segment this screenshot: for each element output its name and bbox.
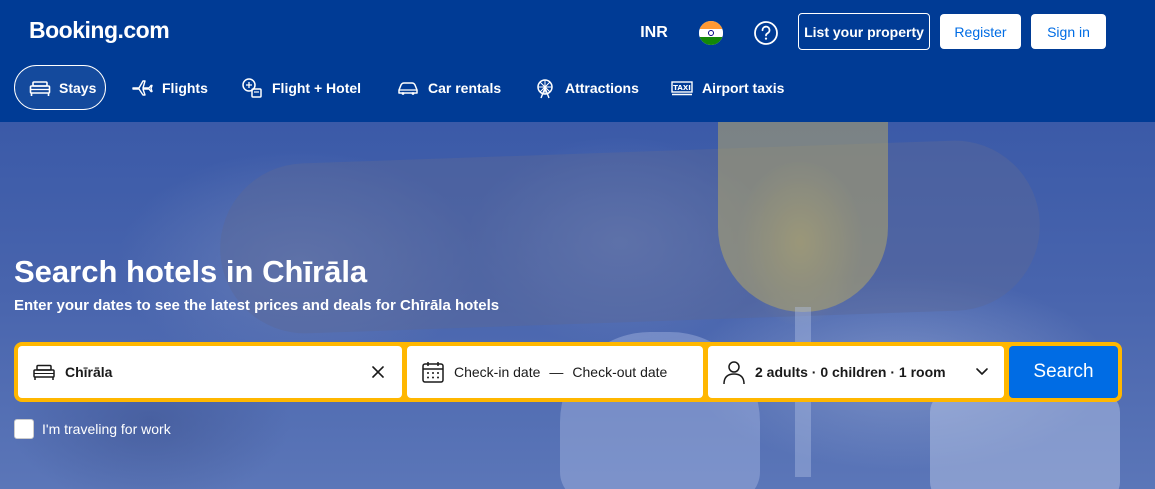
work-travel-checkbox[interactable] (14, 419, 34, 439)
date-separator: — (549, 364, 564, 380)
tab-airport-taxis-label: Airport taxis (702, 79, 785, 96)
flight-hotel-icon (240, 76, 264, 100)
sign-in-button[interactable]: Sign in (1031, 14, 1106, 49)
help-button[interactable] (748, 16, 784, 50)
clear-destination-button[interactable] (366, 360, 390, 384)
bed-icon (29, 76, 51, 100)
list-property-button[interactable]: List your property (798, 13, 930, 50)
page-title: Search hotels in Chīrāla (14, 254, 368, 289)
tab-stays[interactable]: Stays (14, 65, 106, 110)
india-flag-icon (699, 21, 723, 45)
question-icon (754, 21, 778, 45)
search-button[interactable]: Search (1009, 346, 1118, 398)
plane-icon (130, 76, 154, 100)
tab-flights-label: Flights (162, 79, 208, 96)
register-button[interactable]: Register (940, 14, 1021, 49)
currency-button[interactable]: INR (632, 16, 676, 50)
bed-icon (32, 360, 56, 384)
tab-car-rentals[interactable]: Car rentals (382, 65, 515, 110)
car-icon (396, 76, 420, 100)
taxi-icon: TAXI (670, 76, 694, 100)
calendar-icon (421, 360, 445, 384)
person-icon (722, 360, 746, 385)
tab-car-rentals-label: Car rentals (428, 79, 502, 96)
tab-airport-taxis[interactable]: TAXI Airport taxis (656, 65, 798, 110)
work-travel-label: I'm traveling for work (42, 421, 171, 437)
page-subtitle: Enter your dates to see the latest price… (14, 297, 500, 314)
tab-flights[interactable]: Flights (116, 65, 222, 110)
top-header: Booking.com INR List your property Regis… (0, 0, 1155, 122)
tab-stays-label: Stays (59, 79, 97, 96)
search-bar: Chīrāla Check-in date — Check-out date 2… (14, 342, 1122, 402)
close-icon (372, 366, 384, 378)
language-button[interactable] (693, 16, 729, 50)
occupancy-value: 2 adults · 0 children · 1 room (755, 364, 946, 380)
occupancy-field[interactable]: 2 adults · 0 children · 1 room (708, 346, 1004, 398)
chevron-down-icon (972, 361, 992, 381)
work-travel-option[interactable]: I'm traveling for work (14, 419, 171, 439)
destination-field[interactable]: Chīrāla (18, 346, 402, 398)
hero-banner: Search hotels in Chīrāla Enter your date… (0, 122, 1155, 489)
tab-flight-hotel-label: Flight + Hotel (272, 79, 362, 96)
tab-attractions-label: Attractions (565, 79, 639, 96)
dates-field[interactable]: Check-in date — Check-out date (407, 346, 703, 398)
tab-flight-hotel[interactable]: Flight + Hotel (226, 65, 375, 110)
tab-attractions[interactable]: Attractions (519, 65, 653, 110)
ferris-wheel-icon (533, 76, 557, 100)
svg-text:TAXI: TAXI (673, 84, 691, 92)
checkin-input[interactable]: Check-in date (454, 364, 540, 380)
destination-input[interactable]: Chīrāla (65, 364, 112, 380)
booking-logo[interactable]: Booking.com (29, 17, 170, 44)
checkout-input[interactable]: Check-out date (572, 364, 667, 380)
